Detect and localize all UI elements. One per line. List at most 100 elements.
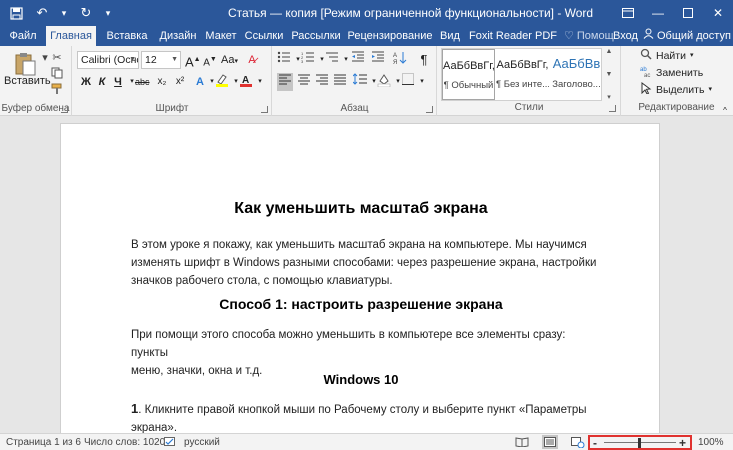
borders-dropdown-icon[interactable]: ▾ bbox=[415, 73, 429, 91]
tab-references[interactable]: Ссылки bbox=[242, 26, 286, 46]
undo-dropdown-icon[interactable]: ▾ bbox=[58, 4, 70, 22]
tab-layout[interactable]: Макет bbox=[204, 26, 238, 46]
qat-customize-icon[interactable]: ▾ bbox=[102, 4, 114, 22]
paragraph-method-1-line: При помощи этого способа можно уменьшить… bbox=[131, 329, 566, 359]
tab-review[interactable]: Рецензирование bbox=[346, 26, 434, 46]
font-color-dropdown-icon[interactable]: ▾ bbox=[253, 73, 267, 91]
font-name-combo[interactable]: Calibri (Осно ▼ bbox=[77, 51, 139, 69]
borders-icon[interactable] bbox=[401, 73, 415, 91]
style-normal-preview: АаБбВвГг, bbox=[443, 60, 494, 72]
window-title: Статья — копия [Режим ограниченной функц… bbox=[228, 6, 594, 20]
numbering-icon[interactable]: 123 bbox=[301, 51, 315, 69]
undo-icon[interactable]: ↶ bbox=[32, 4, 52, 22]
subscript-button[interactable]: x₂ bbox=[155, 73, 169, 91]
paragraph-launcher-icon[interactable] bbox=[426, 106, 433, 113]
format-painter-icon[interactable] bbox=[50, 82, 64, 96]
heading-windows-10: Windows 10 bbox=[323, 372, 399, 387]
tell-me-label: Помощ bbox=[576, 30, 614, 42]
web-layout-icon[interactable] bbox=[570, 436, 586, 448]
paragraph-group-label: Абзац bbox=[340, 103, 369, 114]
share-button[interactable]: Общий доступ bbox=[643, 26, 731, 46]
read-mode-icon[interactable] bbox=[514, 436, 530, 448]
clear-formatting-icon[interactable]: A̷ bbox=[245, 51, 259, 69]
highlight-icon[interactable] bbox=[215, 73, 229, 91]
word-count[interactable]: Число слов: 1020 bbox=[84, 437, 165, 448]
gallery-down-icon[interactable]: ▼ bbox=[604, 71, 614, 78]
tab-foxit[interactable]: Foxit Reader PDF bbox=[468, 26, 558, 46]
increase-indent-icon[interactable] bbox=[371, 51, 385, 69]
copy-icon[interactable] bbox=[50, 66, 64, 80]
style-normal[interactable]: АаБбВвГг, ¶ Обычный bbox=[442, 49, 495, 100]
shrink-font-button[interactable]: A▼ bbox=[203, 51, 217, 69]
proofing-icon[interactable] bbox=[164, 437, 176, 450]
bold-button[interactable]: Ж bbox=[79, 73, 93, 91]
font-size-combo[interactable]: 12 ▼ bbox=[141, 51, 181, 69]
cut-icon[interactable]: ✂ bbox=[50, 50, 64, 64]
style-heading1-name: Заголово... bbox=[552, 79, 601, 90]
font-name-dropdown-icon: ▼ bbox=[129, 56, 136, 63]
signin-link[interactable]: Вход bbox=[613, 26, 638, 46]
tab-file[interactable]: Файл bbox=[6, 26, 40, 46]
line-spacing-icon[interactable] bbox=[352, 73, 367, 91]
tab-view[interactable]: Вид bbox=[438, 26, 462, 46]
close-icon[interactable]: ✕ bbox=[703, 0, 733, 26]
redo-icon[interactable]: ↻ bbox=[76, 4, 96, 22]
font-color-icon[interactable]: A bbox=[239, 73, 253, 91]
maximize-icon[interactable] bbox=[673, 0, 703, 26]
paragraph-step-1-line: экрана». bbox=[131, 422, 178, 433]
font-size-dropdown-icon: ▼ bbox=[171, 56, 178, 63]
font-launcher-icon[interactable] bbox=[261, 106, 268, 113]
multilevel-list-icon[interactable] bbox=[325, 51, 339, 69]
sort-icon[interactable]: АЯ bbox=[393, 51, 407, 69]
shrink-font-label: A bbox=[203, 57, 210, 69]
title-bar: ↶ ▾ ↻ ▾ Статья — копия [Режим ограниченн… bbox=[0, 0, 733, 26]
styles-launcher-icon[interactable] bbox=[609, 105, 616, 112]
document-page[interactable]: Как уменьшить масштаб экрана В этом урок… bbox=[60, 123, 660, 433]
svg-text:3: 3 bbox=[301, 59, 304, 63]
paste-button[interactable]: Вставить bbox=[4, 75, 51, 87]
bullets-icon[interactable] bbox=[277, 51, 291, 69]
align-right-icon[interactable] bbox=[315, 73, 329, 91]
decrease-indent-icon[interactable] bbox=[351, 51, 365, 69]
select-icon bbox=[640, 81, 652, 99]
zoom-thumb[interactable] bbox=[638, 438, 641, 448]
language[interactable]: русский bbox=[184, 437, 220, 448]
tab-mailings[interactable]: Рассылки bbox=[290, 26, 342, 46]
italic-button[interactable]: К bbox=[95, 73, 109, 91]
justify-icon[interactable] bbox=[333, 73, 347, 91]
select-button[interactable]: Выделить ▾ bbox=[640, 81, 712, 99]
tell-me[interactable]: ♡ Помощ bbox=[564, 26, 614, 46]
ribbon-options-icon[interactable] bbox=[613, 0, 643, 26]
gallery-up-icon[interactable]: ▲ bbox=[604, 48, 614, 55]
shading-icon[interactable] bbox=[377, 73, 391, 91]
find-button[interactable]: Найти ▾ bbox=[640, 48, 693, 64]
superscript-button[interactable]: x² bbox=[173, 73, 187, 91]
document-area: Как уменьшить масштаб экрана В этом урок… bbox=[0, 117, 733, 433]
print-layout-icon[interactable] bbox=[542, 435, 558, 449]
strikethrough-button[interactable]: abc bbox=[135, 73, 150, 91]
person-icon bbox=[643, 26, 654, 46]
align-center-icon[interactable] bbox=[297, 73, 311, 91]
tab-home[interactable]: Главная bbox=[46, 26, 96, 46]
minimize-icon[interactable]: — bbox=[643, 0, 673, 26]
group-font: Calibri (Осно ▼ 12 ▼ A▲ A▼ Aa▾ A̷ Ж К Ч ▾ … bbox=[73, 46, 272, 116]
replace-button[interactable]: ab ac Заменить bbox=[640, 65, 703, 81]
share-label: Общий доступ bbox=[657, 30, 731, 42]
style-heading1[interactable]: АаБбВв Заголово... bbox=[550, 49, 603, 100]
zoom-in-button[interactable]: + bbox=[679, 436, 686, 450]
show-marks-button[interactable]: ¶ bbox=[417, 51, 431, 69]
underline-button[interactable]: Ч bbox=[111, 73, 125, 91]
zoom-level[interactable]: 100% bbox=[698, 437, 724, 448]
find-icon bbox=[640, 48, 652, 65]
page-count[interactable]: Страница 1 из 6 bbox=[6, 437, 81, 448]
tab-design[interactable]: Дизайн bbox=[156, 26, 200, 46]
tab-insert[interactable]: Вставка bbox=[102, 26, 152, 46]
clipboard-launcher-icon[interactable] bbox=[61, 106, 68, 113]
style-no-spacing[interactable]: АаБбВвГг, ¶ Без инте... bbox=[496, 49, 549, 100]
change-case-button[interactable]: Aa▾ bbox=[221, 51, 238, 69]
gallery-more-icon[interactable]: ▾ bbox=[604, 93, 614, 101]
save-icon[interactable] bbox=[6, 4, 26, 22]
grow-font-button[interactable]: A▲ bbox=[185, 51, 201, 69]
align-left-icon[interactable] bbox=[277, 73, 293, 91]
zoom-out-button[interactable]: - bbox=[593, 436, 597, 450]
